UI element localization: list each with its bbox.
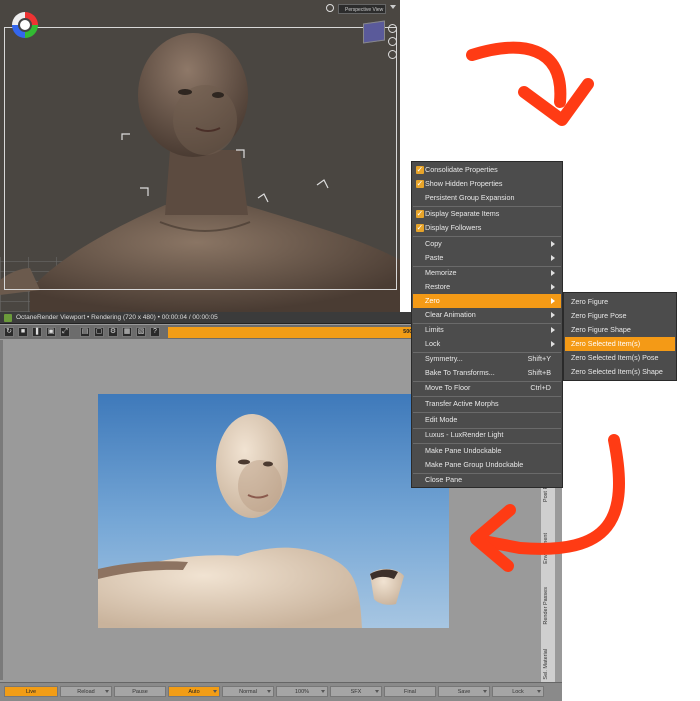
annotation-arrows — [466, 41, 626, 572]
annotation-arrow-bottom — [472, 434, 626, 555]
annotation-arrow-top — [466, 41, 567, 108]
